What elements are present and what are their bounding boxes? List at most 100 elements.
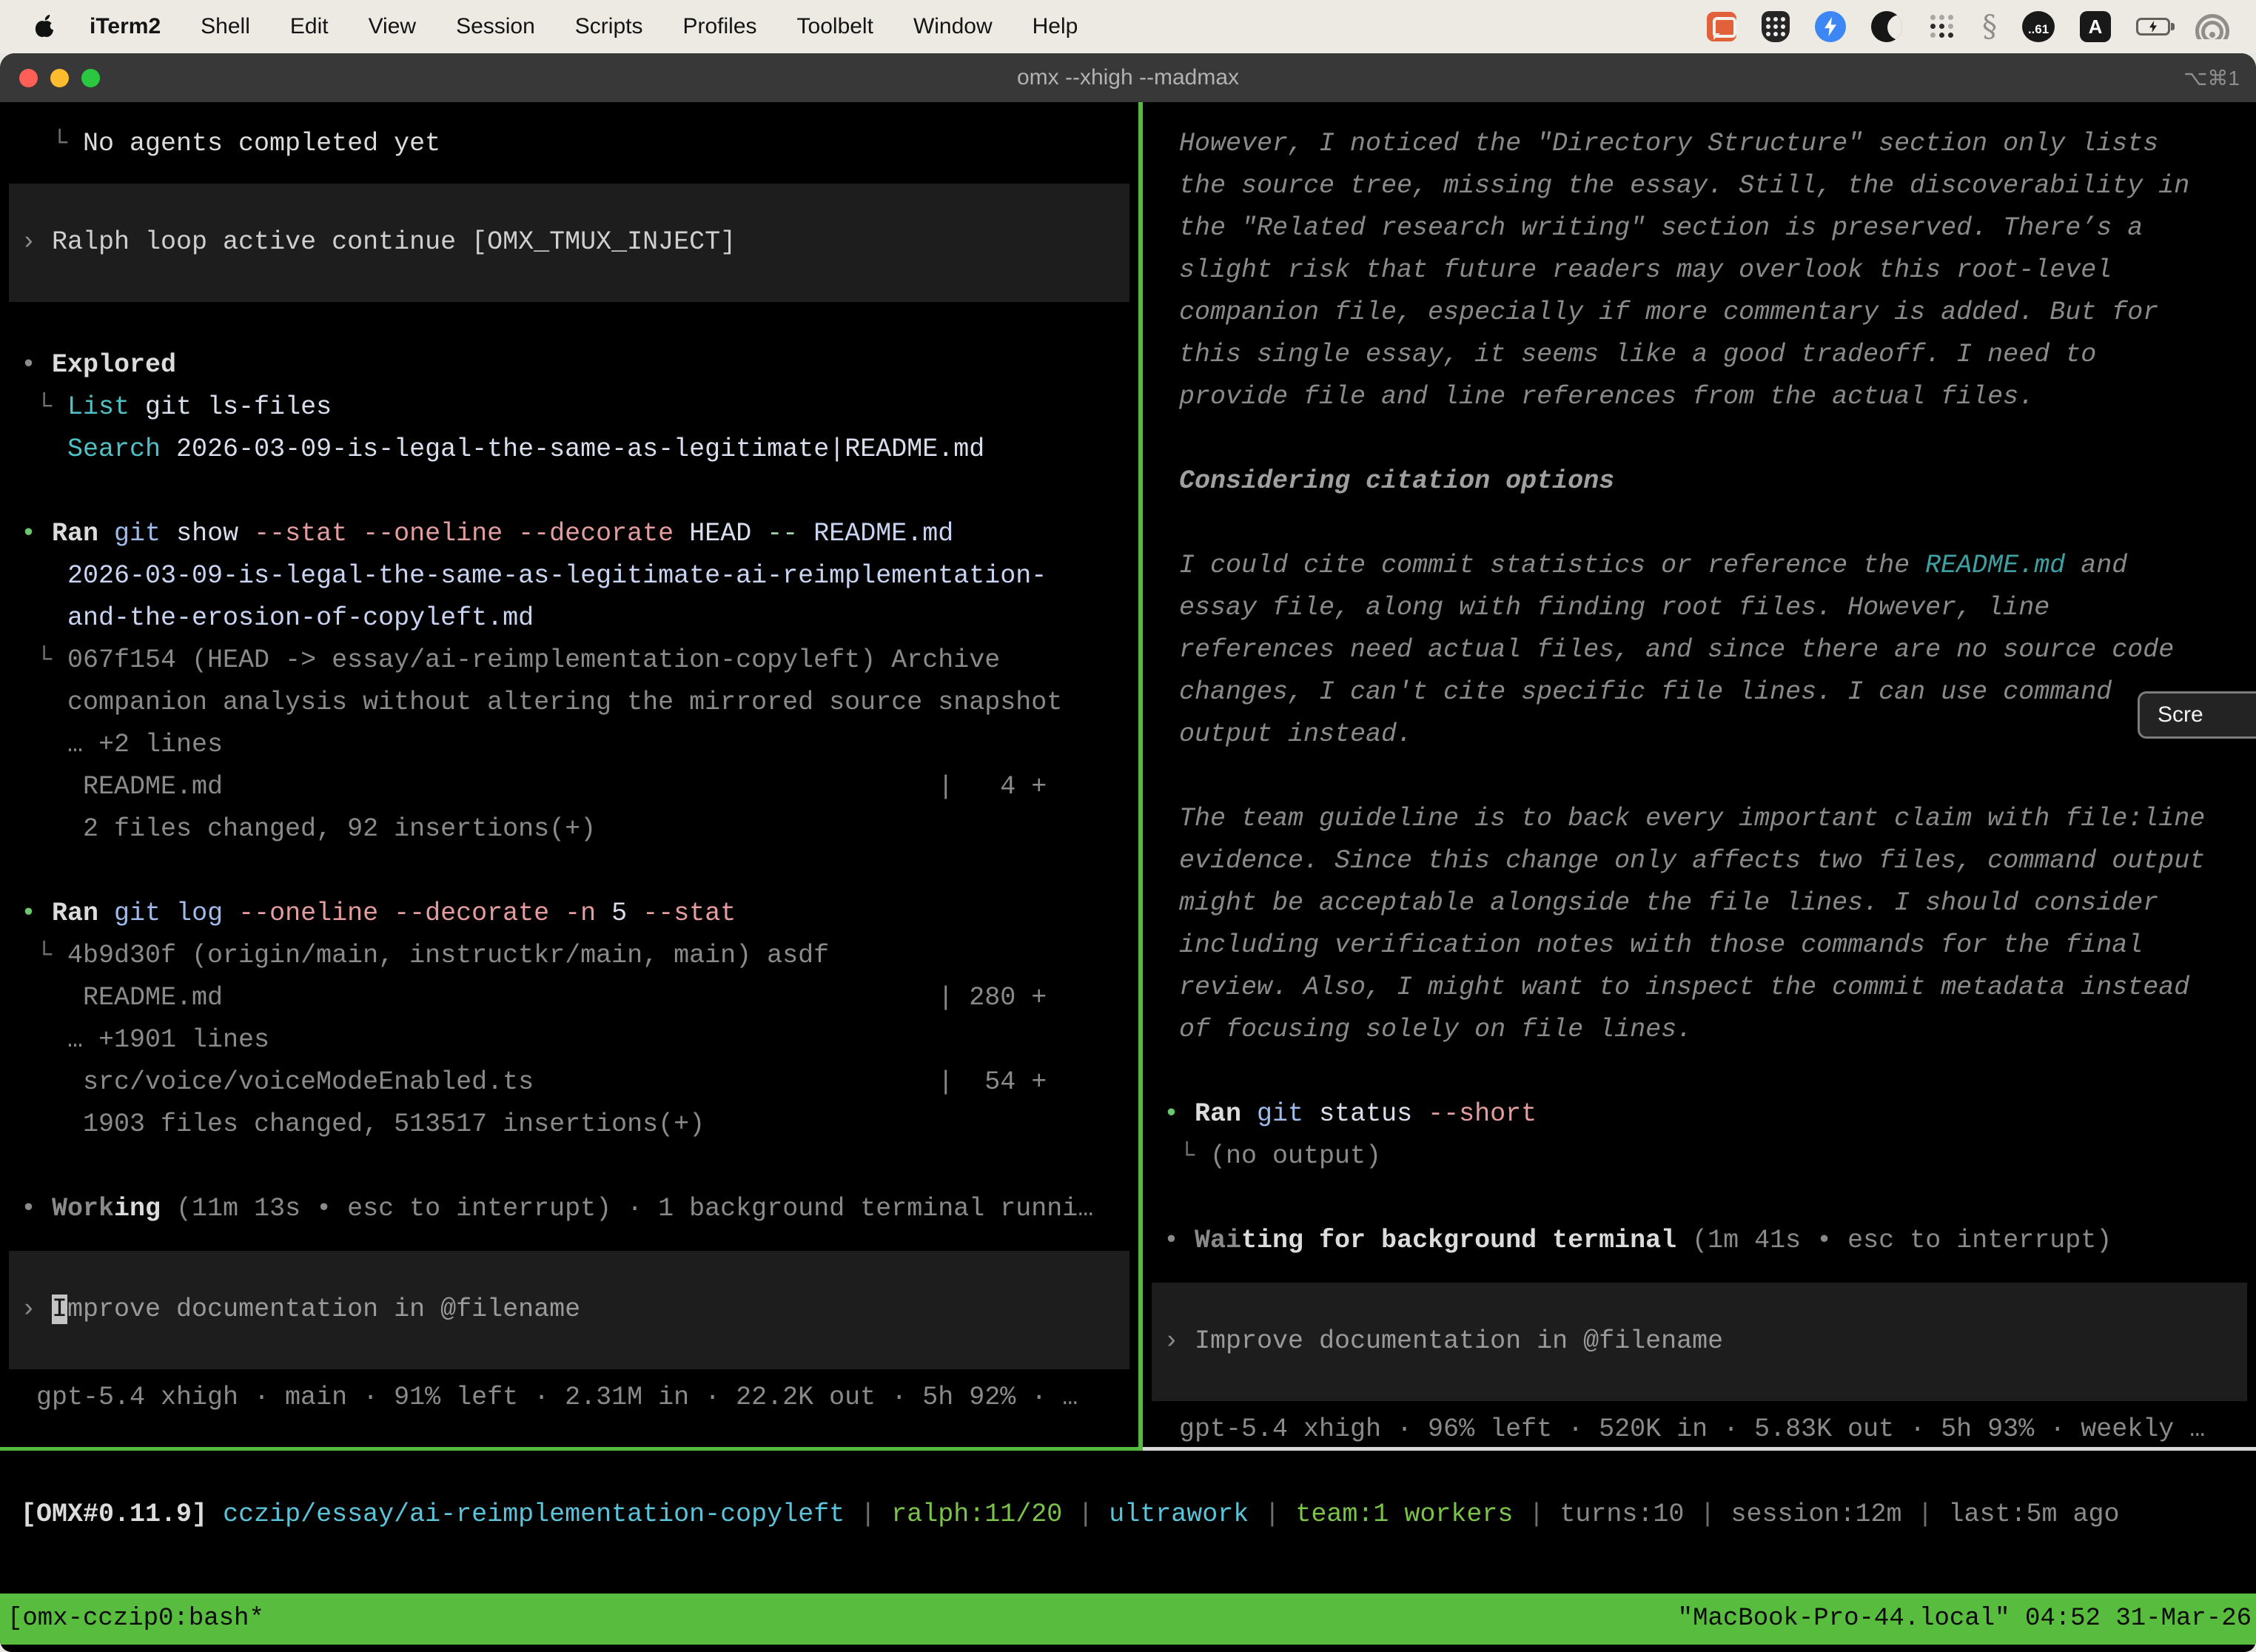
contrast-moon-icon[interactable] xyxy=(1871,11,1902,42)
terminal-line xyxy=(1164,418,2256,460)
chat-app-icon[interactable] xyxy=(1707,12,1736,41)
tmux-session-label: [omx-cczip0:bash* xyxy=(7,1594,264,1645)
terminal-line: references need actual files, and since … xyxy=(1164,629,2256,671)
tooltip: Scre xyxy=(2138,691,2256,739)
right-prompt-input[interactable]: › Improve documentation in @filename xyxy=(1152,1283,2247,1401)
minimize-button[interactable] xyxy=(50,69,69,87)
terminal-line: including verification notes with those … xyxy=(1164,924,2256,967)
dots-dark xyxy=(1930,24,1936,29)
terminal-line: provide file and line references from th… xyxy=(1164,376,2256,418)
wifi-icon[interactable] xyxy=(2195,14,2229,39)
left-model-status: gpt-5.4 xhigh · main · 91% left · 2.31M … xyxy=(21,1377,1138,1419)
terminal: └ No agents completed yet › Ralph loop a… xyxy=(0,102,2256,1652)
terminal-line: might be acceptable alongside the file l… xyxy=(1164,882,2256,924)
terminal-line: However, I noticed the "Directory Struct… xyxy=(1164,123,2256,165)
keypad-shield-icon[interactable] xyxy=(1762,11,1790,42)
terminal-line: Considering citation options xyxy=(1164,460,2256,503)
terminal-line: and-the-erosion-of-copyleft.md xyxy=(21,597,1138,639)
terminal-line xyxy=(21,302,1138,344)
title-bar[interactable]: omx --xhigh --madmax ⌥⌘1 xyxy=(0,53,2256,102)
pane-bottom-border xyxy=(0,1447,2256,1451)
left-prompt-input[interactable]: › Improve documentation in @filename xyxy=(9,1251,1129,1369)
battery-icon[interactable] xyxy=(2136,18,2170,36)
terminal-line: companion analysis without altering the … xyxy=(21,682,1138,724)
dots-grid-icon[interactable] xyxy=(1927,12,1957,41)
menu-items: iTerm2ShellEditViewSessionScriptsProfile… xyxy=(70,14,1098,39)
ralph-input-text: Ralph loop active continue [OMX_TMUX_INJ… xyxy=(52,227,736,257)
terminal-line: • Working (11m 13s • esc to interrupt) ·… xyxy=(21,1188,1138,1230)
terminal-line xyxy=(1164,756,2256,798)
prompt-input-text: mprove documentation in @filename xyxy=(67,1295,580,1324)
left-agent-pane[interactable]: └ No agents completed yet › Ralph loop a… xyxy=(0,102,1138,1447)
terminal-line: 1903 files changed, 513517 insertions(+) xyxy=(21,1104,1138,1146)
terminal-line: of focusing solely on file lines. xyxy=(1164,1009,2256,1051)
omx-status-bar: [OMX#0.11.9] cczip/essay/ai-reimplementa… xyxy=(0,1451,2256,1594)
menu-bar: iTerm2ShellEditViewSessionScriptsProfile… xyxy=(0,0,2256,53)
iterm-window: omx --xhigh --madmax ⌥⌘1 └ No agents com… xyxy=(0,53,2256,1652)
menu-item-toolbelt[interactable]: Toolbelt xyxy=(777,14,893,39)
keyboard-layout-icon[interactable]: A xyxy=(2080,11,2111,42)
terminal-line xyxy=(21,471,1138,513)
right-agent-pane[interactable]: However, I noticed the "Directory Struct… xyxy=(1143,102,2256,1447)
terminal-line: └ 4b9d30f (origin/main, instructkr/main,… xyxy=(21,935,1138,977)
terminal-line: src/voice/voiceModeEnabled.ts | 54 + xyxy=(21,1061,1138,1104)
terminal-line: the "Related research writing" section i… xyxy=(1164,207,2256,249)
terminal-line: the source tree, missing the essay. Stil… xyxy=(1164,165,2256,207)
zap-icon[interactable] xyxy=(1815,11,1846,42)
menu-item-profiles[interactable]: Profiles xyxy=(662,14,776,39)
apple-menu[interactable] xyxy=(30,14,59,39)
right-model-status: gpt-5.4 xhigh · 96% left · 520K in · 5.8… xyxy=(1164,1408,2256,1447)
terminal-line xyxy=(21,1146,1138,1188)
text-cursor: I xyxy=(52,1295,67,1324)
terminal-line: • Ran git status --short xyxy=(1164,1093,2256,1135)
zoom-button[interactable] xyxy=(81,69,100,87)
terminal-line: output instead. xyxy=(1164,713,2256,756)
terminal-line xyxy=(1164,1051,2256,1093)
menu-item-view[interactable]: View xyxy=(349,14,436,39)
right-pane-bottom-border xyxy=(1143,1447,2256,1451)
menu-item-scripts[interactable]: Scripts xyxy=(555,14,663,39)
menu-item-window[interactable]: Window xyxy=(893,14,1013,39)
terminal-line: • Waiting for background terminal (1m 41… xyxy=(1164,1220,2256,1262)
squiggle-icon[interactable]: § xyxy=(1982,12,1997,41)
terminal-line: └ 067f154 (HEAD -> essay/ai-reimplementa… xyxy=(21,639,1138,682)
percent-badge-icon[interactable]: ..61 xyxy=(2022,11,2055,42)
terminal-line: … +1901 lines xyxy=(21,1019,1138,1061)
terminal-line: 2026-03-09-is-legal-the-same-as-legitima… xyxy=(21,555,1138,597)
terminal-line: companion file, especially if more comme… xyxy=(1164,292,2256,334)
terminal-line: The team guideline is to back every impo… xyxy=(1164,798,2256,840)
terminal-line: • Ran git show --stat --oneline --decora… xyxy=(21,513,1138,555)
menu-item-iterm2[interactable]: iTerm2 xyxy=(70,14,181,39)
left-ralph-input[interactable]: › Ralph loop active continue [OMX_TMUX_I… xyxy=(9,184,1129,302)
terminal-line: └ (no output) xyxy=(1164,1135,2256,1178)
right-transcript: However, I noticed the "Directory Struct… xyxy=(1164,123,2256,1262)
prompt-chevron: › xyxy=(21,1295,52,1324)
menu-item-session[interactable]: Session xyxy=(436,14,555,39)
terminal-line: 2 files changed, 92 insertions(+) xyxy=(21,808,1138,850)
terminal-line: • Ran git log --oneline --decorate -n 5 … xyxy=(21,893,1138,935)
prompt-input-text: Improve documentation in @filename xyxy=(1195,1326,1723,1356)
left-pane-bottom-border xyxy=(0,1447,1143,1451)
terminal-line xyxy=(1164,1178,2256,1220)
terminal-line: [OMX#0.11.9] cczip/essay/ai-reimplementa… xyxy=(21,1494,2256,1536)
terminal-line: … +2 lines xyxy=(21,724,1138,766)
menu-item-help[interactable]: Help xyxy=(1013,14,1098,39)
menu-item-shell[interactable]: Shell xyxy=(181,14,270,39)
dots-light xyxy=(1930,15,1936,20)
terminal-line: gpt-5.4 xhigh · main · 91% left · 2.31M … xyxy=(21,1377,1138,1419)
terminal-line: review. Also, I might want to inspect th… xyxy=(1164,967,2256,1009)
terminal-line xyxy=(1164,503,2256,545)
menu-item-edit[interactable]: Edit xyxy=(270,14,349,39)
bolt-glyph xyxy=(1824,17,1836,36)
terminal-line: this single essay, it seems like a good … xyxy=(1164,334,2256,376)
close-button[interactable] xyxy=(19,69,38,87)
left-transcript: • Explored └ List git ls-files Search 20… xyxy=(21,302,1138,1230)
prompt-chevron: › xyxy=(21,227,52,257)
charging-bolt xyxy=(2149,21,2157,33)
terminal-line: I could cite commit statistics or refere… xyxy=(1164,545,2256,587)
menubar-status-icons: § ..61 A xyxy=(1707,11,2229,42)
traffic-lights xyxy=(19,53,100,102)
wifi-dot xyxy=(2209,32,2215,38)
terminal-line: slight risk that future readers may over… xyxy=(1164,249,2256,292)
prompt-chevron: › xyxy=(1164,1326,1195,1356)
